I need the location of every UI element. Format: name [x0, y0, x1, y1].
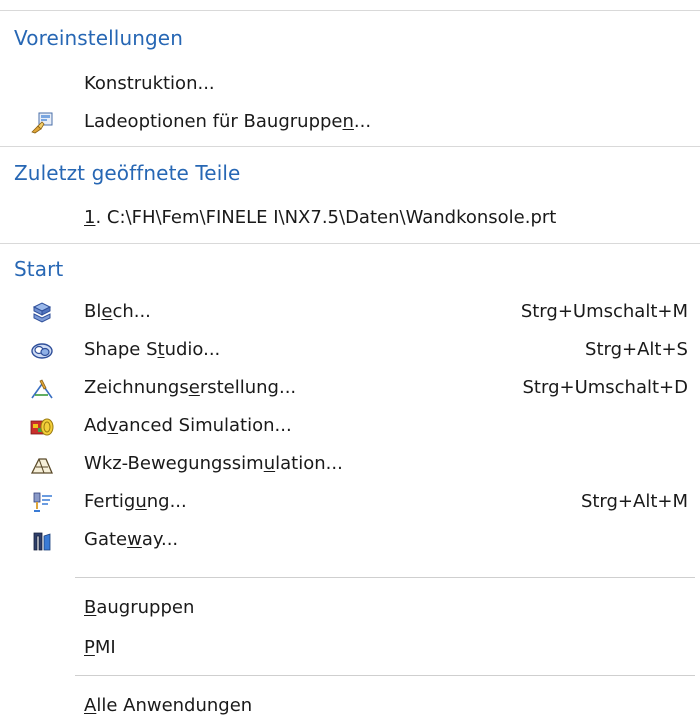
menu-item-drafting[interactable]: Zeichnungserstellung... Strg+Umschalt+D — [0, 372, 700, 406]
menu-item-label: Blech... — [84, 301, 151, 322]
menu-item-all-applications[interactable]: Alle Anwendungen — [0, 690, 700, 724]
separator — [0, 243, 700, 244]
separator — [75, 577, 695, 578]
drafting-icon — [30, 378, 54, 400]
gateway-icon — [30, 530, 54, 552]
separator — [75, 675, 695, 676]
menu-item-label: Konstruktion... — [84, 73, 215, 94]
menu-item-sheet-metal[interactable]: Blech... Strg+Umschalt+M — [0, 296, 700, 330]
shortcut-text: Strg+Umschalt+D — [522, 377, 689, 398]
menu-item-label: Wkz-Bewegungssimulation... — [84, 453, 343, 474]
menu-item-assembly-load-options[interactable]: Ladeoptionen für Baugruppen... — [0, 106, 700, 140]
advanced-simulation-icon — [30, 416, 54, 438]
separator — [0, 146, 700, 147]
menu-item-label: PMI — [84, 637, 116, 658]
menu-item-label: Gateway... — [84, 529, 179, 550]
menu-item-label: Advanced Simulation... — [84, 415, 292, 436]
shortcut-text: Strg+Alt+S — [585, 339, 688, 360]
menu-item-manufacturing[interactable]: Fertigung... Strg+Alt+M — [0, 486, 700, 520]
menu-item-label: Zeichnungserstellung... — [84, 377, 297, 398]
menu-item-shape-studio[interactable]: Shape Studio... Strg+Alt+S — [0, 334, 700, 368]
machine-tool-simulation-icon — [30, 454, 54, 476]
menu-item-label: Fertigung... — [84, 491, 187, 512]
menu-item-advanced-simulation[interactable]: Advanced Simulation... — [0, 410, 700, 444]
section-header-recent-parts: Zuletzt geöffnete Teile — [14, 161, 241, 185]
recent-part-1[interactable]: 1. C:\FH\Fem\FINELE I\NX7.5\Daten\Wandko… — [0, 202, 700, 236]
section-header-preferences: Voreinstellungen — [14, 26, 183, 50]
menu-item-pmi[interactable]: PMI — [0, 632, 700, 666]
section-header-start: Start — [14, 257, 64, 281]
application-start-menu: Voreinstellungen Konstruktion... Ladeopt… — [0, 0, 700, 717]
menu-item-design-preferences[interactable]: Konstruktion... — [0, 68, 700, 102]
menu-item-label: Shape Studio... — [84, 339, 221, 360]
menu-item-label: Alle Anwendungen — [84, 695, 253, 716]
shape-studio-icon — [30, 340, 54, 362]
menu-item-machine-tool-simulation[interactable]: Wkz-Bewegungssimulation... — [0, 448, 700, 482]
shortcut-text: Strg+Umschalt+M — [520, 301, 688, 322]
separator — [0, 10, 700, 11]
menu-item-assemblies[interactable]: Baugruppen — [0, 592, 700, 626]
menu-item-label: 1. C:\FH\Fem\FINELE I\NX7.5\Daten\Wandko… — [84, 207, 557, 228]
menu-item-gateway[interactable]: Gateway... — [0, 524, 700, 558]
shortcut-text: Strg+Alt+M — [580, 491, 688, 512]
menu-item-label: Baugruppen — [84, 597, 195, 618]
manufacturing-icon — [30, 492, 54, 514]
menu-item-label: Ladeoptionen für Baugruppen... — [84, 111, 372, 132]
load-options-icon — [30, 112, 54, 134]
sheet-metal-icon — [30, 302, 54, 324]
